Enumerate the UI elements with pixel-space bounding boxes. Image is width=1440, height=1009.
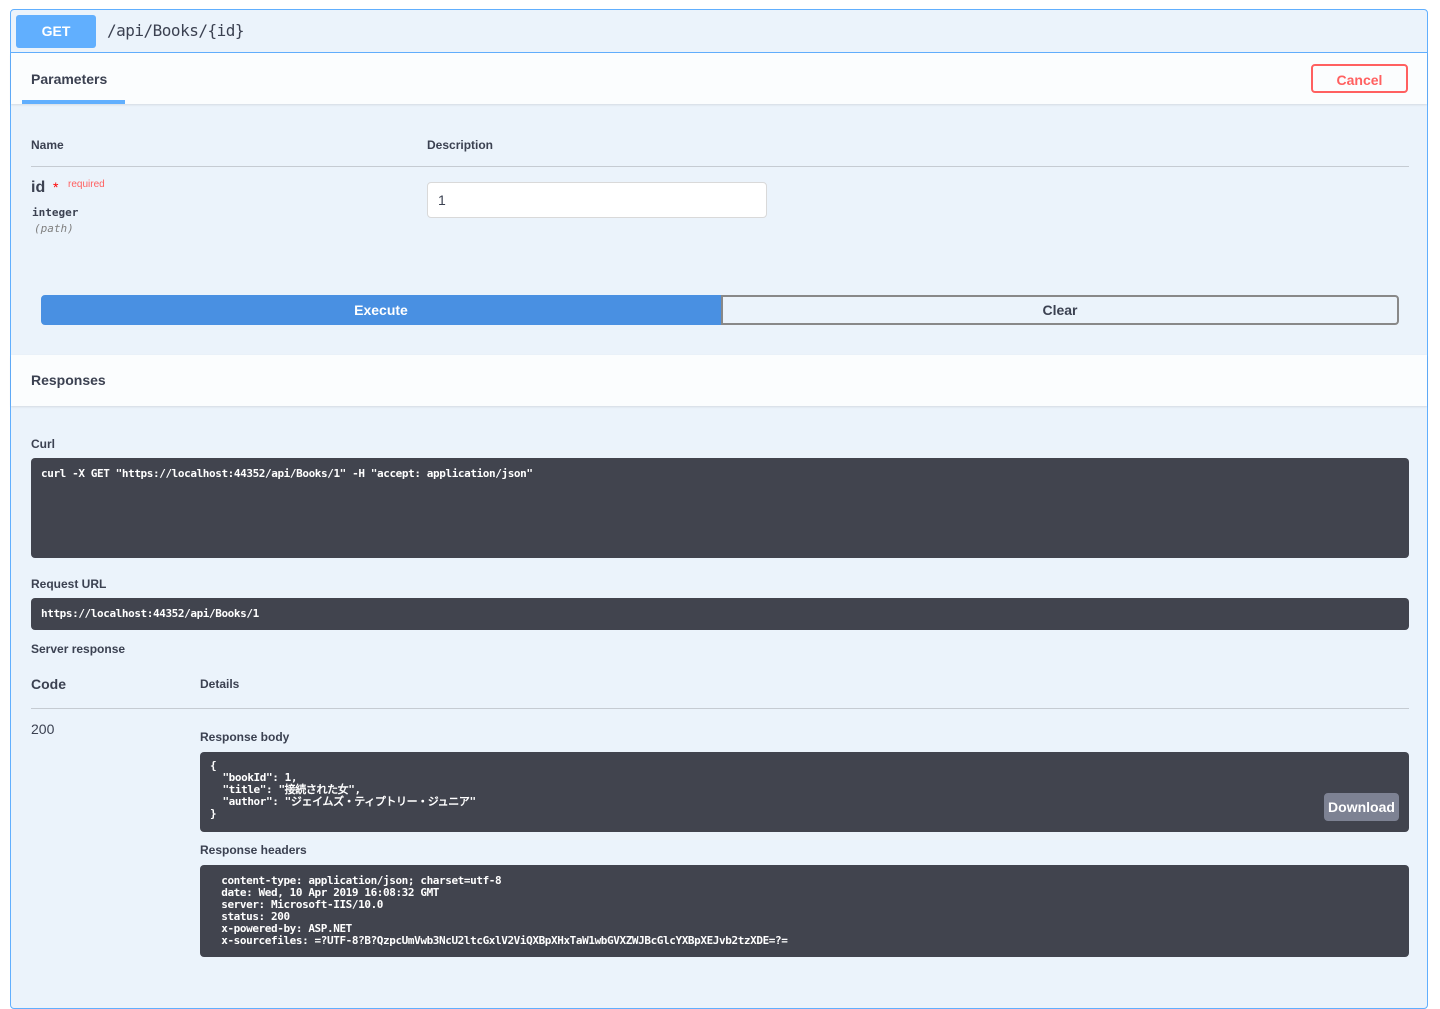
response-body-label: Response body — [200, 730, 290, 744]
operation-summary[interactable]: GET /api/Books/{id} — [11, 10, 1427, 53]
tab-parameters[interactable]: Parameters — [31, 71, 107, 87]
divider — [31, 166, 1409, 167]
required-label: required — [68, 179, 105, 190]
curl-command[interactable]: curl -X GET "https://localhost:44352/api… — [31, 458, 1409, 558]
param-type: integer — [32, 206, 79, 219]
server-response-label: Server response — [31, 642, 126, 656]
details-column-header: Details — [200, 677, 240, 691]
response-headers[interactable]: content-type: application/json; charset=… — [200, 865, 1409, 957]
param-location: (path) — [34, 222, 74, 235]
endpoint-path: /api/Books/{id} — [107, 21, 245, 40]
curl-label: Curl — [31, 437, 55, 451]
execute-button[interactable]: Execute — [41, 295, 721, 325]
active-tab-indicator — [22, 100, 125, 104]
parameters-header: Parameters Cancel — [11, 53, 1427, 104]
clear-button[interactable]: Clear — [721, 295, 1399, 325]
param-name: id — [31, 179, 46, 196]
download-button[interactable]: Download — [1324, 793, 1399, 821]
http-method-badge: GET — [16, 15, 96, 48]
status-code: 200 — [31, 721, 55, 737]
request-url-label: Request URL — [31, 577, 107, 591]
responses-header: Responses — [11, 355, 1427, 406]
cancel-button[interactable]: Cancel — [1311, 64, 1408, 93]
code-column-header: Code — [31, 676, 66, 692]
response-headers-label: Response headers — [200, 843, 307, 857]
required-star: * — [53, 179, 59, 195]
column-header-description: Description — [427, 138, 494, 152]
operation-block: GET /api/Books/{id} Parameters Cancel Na… — [10, 9, 1428, 1009]
response-body[interactable]: { "bookId": 1, "title": "接続された女", "autho… — [200, 752, 1409, 832]
responses-title: Responses — [31, 372, 106, 388]
divider — [31, 708, 1409, 709]
column-header-name: Name — [31, 138, 64, 152]
request-url[interactable]: https://localhost:44352/api/Books/1 — [31, 598, 1409, 630]
param-id-input[interactable] — [427, 182, 767, 218]
